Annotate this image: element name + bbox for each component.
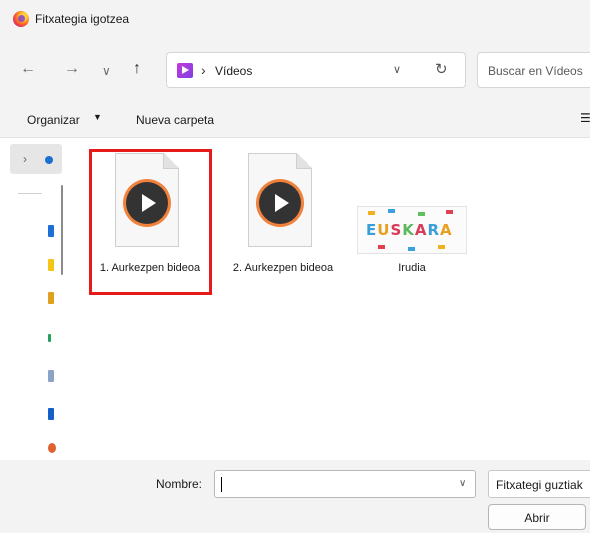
pictures-icon[interactable] <box>48 370 54 382</box>
organize-button[interactable]: Organizar <box>27 113 80 127</box>
filename-label: Nombre: <box>156 477 203 491</box>
sidebar-divider <box>18 193 42 194</box>
chevron-down-icon[interactable]: ∨ <box>102 62 111 80</box>
search-input[interactable]: Buscar en Vídeos <box>477 52 590 88</box>
arrow-right-icon[interactable]: → <box>64 60 80 78</box>
expand-chevron-icon[interactable]: › <box>23 152 27 166</box>
new-folder-button[interactable]: Nueva carpeta <box>136 113 214 127</box>
navigation-pane: › <box>0 138 68 460</box>
open-button-label: Abrir <box>524 511 550 525</box>
open-button[interactable]: Abrir <box>488 504 586 530</box>
refresh-icon[interactable]: ↻ <box>435 60 448 78</box>
firefox-logo-icon <box>13 11 29 27</box>
music-icon[interactable] <box>48 334 51 342</box>
sidebar-scrollbar[interactable] <box>61 185 63 275</box>
breadcrumb-separator: › <box>201 62 206 78</box>
chevron-down-icon[interactable]: ∨ <box>459 478 466 489</box>
view-options-icon[interactable]: ☰ <box>580 111 590 125</box>
file-label: Irudia <box>398 262 426 274</box>
arrow-left-icon[interactable]: ← <box>20 60 36 78</box>
file-type-filter[interactable]: Fitxategi guztiak <box>488 470 590 498</box>
videos-folder-icon <box>177 63 193 78</box>
dialog-footer: Nombre: ∨ Fitxategi guztiak Abrir <box>0 460 590 533</box>
caret-down-icon[interactable]: ▼ <box>93 112 102 122</box>
navigation-bar: ← → ∨ ↑ › Vídeos ∨ ↻ Buscar en Vídeos <box>0 40 590 100</box>
videos-icon[interactable] <box>48 408 54 420</box>
image-thumbnail: EUSKARA <box>357 206 467 254</box>
breadcrumb-videos[interactable]: Vídeos <box>215 64 252 78</box>
file-label: 1. Aurkezpen bideoa <box>99 262 201 274</box>
command-bar: Organizar ▼ Nueva carpeta ☰ <box>0 100 590 138</box>
search-placeholder: Buscar en Vídeos <box>488 64 583 78</box>
onedrive-icon <box>45 156 53 164</box>
file-label: 2. Aurkezpen bideoa <box>232 262 334 274</box>
sidebar-item-selected[interactable] <box>10 144 62 174</box>
file-type-value: Fitxategi guztiak <box>496 478 583 492</box>
arrow-up-icon[interactable]: ↑ <box>133 60 141 78</box>
file-list: 1. Aurkezpen bideoa 2. Aurkezpen bideoa … <box>68 138 590 460</box>
window-title: Fitxategia igotzea <box>35 12 130 26</box>
downloads-icon[interactable] <box>48 292 54 304</box>
address-dropdown-icon[interactable]: ∨ <box>393 63 401 76</box>
this-pc-icon[interactable] <box>48 443 56 453</box>
video-play-icon <box>259 182 301 224</box>
filename-input[interactable]: ∨ <box>214 470 476 498</box>
video-play-icon <box>126 182 168 224</box>
title-bar: Fitxategia igotzea <box>0 0 590 40</box>
documents-icon[interactable] <box>48 259 54 271</box>
address-bar[interactable]: › Vídeos ∨ ↻ <box>166 52 466 88</box>
thumbnail-text: EUSKARA <box>366 221 453 239</box>
desktop-icon[interactable] <box>48 225 54 237</box>
